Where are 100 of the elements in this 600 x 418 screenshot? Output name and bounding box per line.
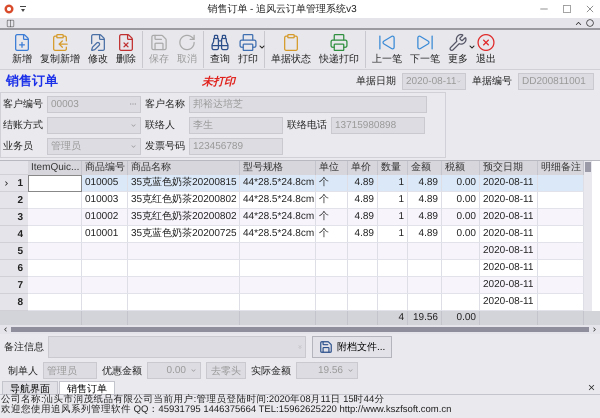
- toolbar-button[interactable]: 新增: [8, 31, 36, 68]
- close-icon[interactable]: [587, 383, 596, 392]
- table-cell: 个: [316, 175, 348, 192]
- wrench-icon: [448, 33, 468, 52]
- skip-forward-icon: [415, 33, 435, 52]
- field-label: 联络人: [145, 119, 176, 132]
- caret-icon[interactable]: [258, 43, 266, 51]
- table-row[interactable]: 7 2020-08-11: [0, 277, 584, 294]
- field-label: 优惠金额: [102, 364, 142, 378]
- caret-icon: [130, 142, 137, 150]
- toolbar-button[interactable]: 退出: [472, 31, 500, 68]
- row-number: 2: [17, 194, 23, 206]
- toolbar-button[interactable]: 删除: [112, 31, 140, 68]
- toolbar-button[interactable]: 查询: [206, 31, 234, 68]
- row-number: 5: [17, 246, 23, 256]
- window-title: 销售订单 - 追风云订单管理系统v3: [206, 2, 358, 16]
- table-cell: 1: [378, 192, 408, 209]
- form-title: 销售订单: [6, 72, 59, 90]
- scroll-left-icon[interactable]: [2, 326, 9, 333]
- clipboard-icon: [281, 33, 301, 52]
- table-cell: [316, 243, 348, 260]
- table-cell: 4.89: [348, 175, 378, 192]
- table-cell: [442, 277, 480, 294]
- caret-icon: [347, 367, 354, 374]
- row-number: 7: [17, 280, 23, 290]
- printer-icon: [329, 33, 349, 52]
- field-label: 结账方式: [3, 118, 44, 132]
- field-label: 制单人: [8, 364, 38, 378]
- row-number: 1: [17, 178, 23, 188]
- scroll-right-icon[interactable]: [591, 326, 598, 333]
- row-number: 4: [17, 228, 23, 240]
- status-text: 公司名称:汕头市润茂纸品有限公司当前用户:管理员登陆时间:2020年08月11日 15时44分: [0, 395, 386, 405]
- table-cell: [28, 260, 82, 277]
- tab[interactable]: 销售订单: [59, 381, 115, 394]
- toolbar-button[interactable]: 打印: [234, 31, 262, 68]
- table-cell: 44*28.5*24.8cm: [240, 175, 316, 192]
- caret-icon[interactable]: [468, 43, 476, 51]
- table-cell: 010005: [82, 175, 128, 192]
- row-number: 3: [17, 212, 23, 222]
- caret-icon: [456, 78, 462, 84]
- table-cell: 1: [378, 209, 408, 226]
- table-cell: [316, 260, 348, 277]
- printer-icon: [238, 33, 258, 52]
- table-row[interactable]: 4 010001 35克蓝色奶茶20200725 44*28.5*24.8cm 个 4.89 1 4.89 0.00 2020-08-11: [0, 226, 584, 243]
- app-logo-icon: [4, 4, 14, 14]
- menu-icon[interactable]: [20, 5, 26, 13]
- table-cell: [408, 277, 442, 294]
- row-number: 8: [17, 296, 23, 308]
- table-cell: 个: [316, 209, 348, 226]
- table-cell: [538, 277, 584, 294]
- table-cell: [348, 260, 378, 277]
- table-cell: [28, 209, 82, 226]
- table-row[interactable]: 1 010005 35克蓝色奶茶20200815 44*28.5*24.8cm 个 4.89 1 4.89 0.00 2020-08-11: [0, 175, 584, 192]
- table-cell: [378, 260, 408, 277]
- toolbar-button[interactable]: 快递打印: [315, 31, 363, 68]
- dropdown-field[interactable]: [47, 116, 141, 134]
- attach-button[interactable]: 附档文件...: [312, 336, 392, 358]
- table-row[interactable]: 5 2020-08-11: [0, 243, 584, 260]
- toolbar-button[interactable]: 更多: [444, 31, 472, 68]
- close-icon[interactable]: [584, 3, 596, 15]
- file-plus-icon: [12, 33, 32, 52]
- table-cell: 0.00: [442, 209, 480, 226]
- table-cell: 0.00: [442, 226, 480, 243]
- circle-icon[interactable]: [586, 18, 594, 26]
- row-number: 6: [17, 262, 23, 274]
- horizontal-scrollbar[interactable]: [0, 325, 600, 334]
- table-cell: 4.89: [408, 209, 442, 226]
- table-cell: 4.89: [408, 226, 442, 243]
- tab[interactable]: 导航界面: [2, 381, 58, 394]
- table-cell: 35克蓝色奶茶20200725: [128, 226, 240, 243]
- toolbar-button[interactable]: 上一笔: [368, 31, 406, 68]
- table-row[interactable]: 8 2020-08-11: [0, 294, 584, 311]
- field-label: 客户编号: [3, 98, 44, 111]
- field-label: 客户名称: [145, 98, 186, 111]
- caret-icon: [130, 122, 137, 128]
- toolbar-button[interactable]: 下一笔: [406, 31, 444, 68]
- table-cell: 4.89: [408, 192, 442, 209]
- toolbar-button[interactable]: 修改: [84, 31, 112, 68]
- table-cell: 35克红色奶茶20200802: [128, 209, 240, 226]
- field-label: 业务员: [3, 140, 34, 153]
- table-row[interactable]: 2 010003 35克红色奶茶20200802 44*28.5*24.8cm 个 4.89 1 4.89 0.00 2020-08-11: [0, 192, 584, 209]
- toolbar-button[interactable]: 单据状态: [267, 31, 315, 68]
- table-row[interactable]: 6 2020-08-11: [0, 260, 584, 277]
- vertical-scrollbar[interactable]: [584, 161, 592, 311]
- table-cell: 2020-08-11: [480, 192, 538, 209]
- table-cell: 35克红色奶茶20200802: [128, 192, 240, 209]
- maximize-icon[interactable]: [562, 4, 572, 14]
- table-cell: [538, 226, 584, 243]
- toolbar-button[interactable]: 复制新增: [36, 31, 84, 68]
- table-cell: [82, 277, 128, 294]
- table-cell: [82, 243, 128, 260]
- table-cell: 4.89: [408, 175, 442, 192]
- remarks-field[interactable]: [48, 336, 306, 358]
- table-row[interactable]: 3 010002 35克红色奶茶20200802 44*28.5*24.8cm 个 4.89 1 4.89 0.00 2020-08-11: [0, 209, 584, 226]
- current-row-icon: [3, 180, 10, 186]
- field-label: 备注信息: [4, 340, 42, 354]
- table-cell: 44*28.5*24.8cm: [240, 209, 316, 226]
- table-cell: 个: [316, 226, 348, 243]
- layout-icon[interactable]: [6, 18, 15, 28]
- table-cell: 2020-08-11: [480, 277, 538, 294]
